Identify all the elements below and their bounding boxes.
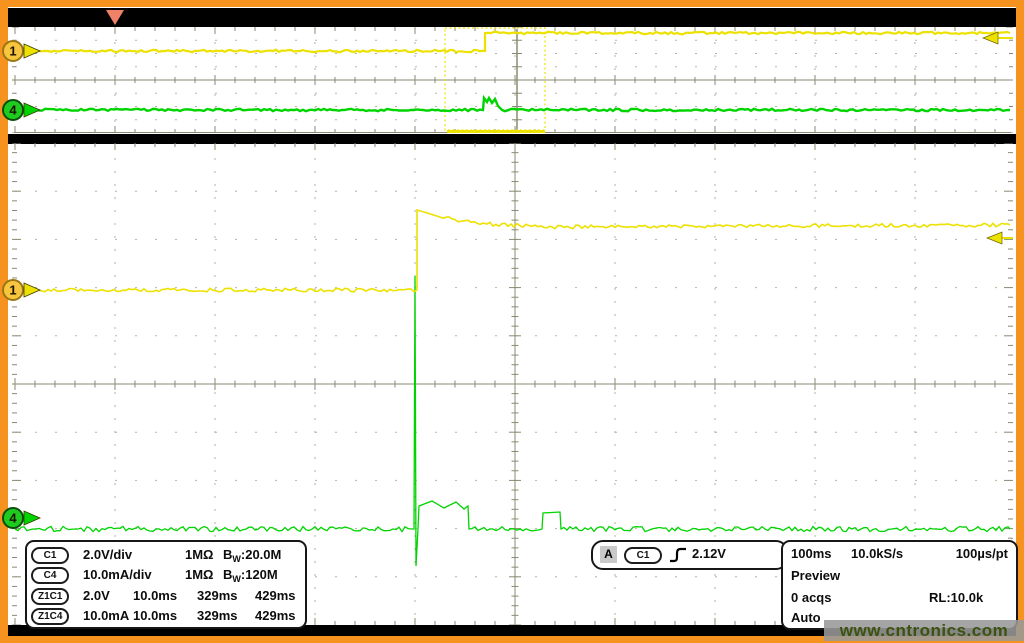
- channel-position-arrow: [24, 103, 40, 117]
- channel-tag[interactable]: Z1C1: [31, 588, 69, 605]
- channel-impedance: 1MΩ: [185, 545, 213, 565]
- channel-scale: 10.0mA: [83, 606, 129, 626]
- bandwidth-value: :120M: [241, 567, 278, 582]
- c1-zoom-trace: [15, 210, 1010, 292]
- channel-4-zoom-marker[interactable]: 4: [1, 506, 45, 535]
- bandwidth-sub: W: [232, 554, 241, 564]
- oscilloscope-screen: 1 4 1 4 C12.0V/div1MΩBW:20.0MC410.0mA/di…: [0, 0, 1024, 643]
- channel-4-overview-marker[interactable]: 4: [1, 98, 45, 127]
- channel-scale: 2.0V/div: [83, 545, 132, 565]
- channel-1-zoom-marker[interactable]: 1: [1, 278, 45, 307]
- channel-tag[interactable]: Z1C4: [31, 608, 69, 625]
- channel-position-arrow: [24, 511, 40, 525]
- channel-number: 4: [9, 511, 17, 526]
- channel-impedance: 1MΩ: [185, 565, 213, 585]
- zoom-timing-value: 329ms: [197, 606, 237, 626]
- bandwidth-value: :20.0M: [241, 547, 281, 562]
- channel-scale: 10.0mA/div: [83, 565, 152, 585]
- acquisition-status: Preview: [791, 566, 840, 586]
- trigger-readout-box[interactable]: A C1 2.12V: [591, 540, 788, 570]
- zoom-timing-value: 10.0ms: [133, 606, 177, 626]
- bandwidth-sub: W: [232, 574, 241, 584]
- rising-edge-icon: [669, 546, 687, 564]
- record-length: RL:10.0k: [929, 588, 983, 608]
- channel-number: 1: [9, 283, 16, 298]
- display-area: 1 4 1 4 C12.0V/div1MΩBW:20.0MC410.0mA/di…: [8, 7, 1016, 636]
- watermark: www.cntronics.com: [824, 620, 1024, 641]
- channel-1-overview-marker[interactable]: 1: [1, 39, 45, 68]
- trigger-position-marker[interactable]: [106, 10, 124, 25]
- c4-overview-trace: [15, 98, 1010, 111]
- c1-overview-trace: [15, 32, 1010, 52]
- zoom-timing-value: 429ms: [255, 586, 295, 606]
- trigger-source-tag: C1: [624, 547, 662, 564]
- trigger-mode: Auto: [791, 608, 821, 628]
- trigger-system-label: A: [600, 546, 617, 563]
- channel-scale: 2.0V: [83, 586, 110, 606]
- bandwidth-b: B: [223, 567, 232, 582]
- channel-position-arrow: [24, 44, 40, 58]
- overview-graticule: [12, 27, 1013, 133]
- trigger-level-value: 2.12V: [692, 544, 726, 564]
- channel-bandwidth: BW:20.0M: [223, 545, 281, 565]
- zoom-timing-value: 329ms: [197, 586, 237, 606]
- c1-reference-arrow-zoom[interactable]: [987, 232, 1002, 244]
- channel-bandwidth: BW:120M: [223, 565, 278, 585]
- sample-rate-value: 10.0kS/s: [851, 544, 903, 564]
- graticule-grid: [12, 27, 1013, 133]
- channel-number: 1: [9, 44, 16, 59]
- zoom-timing-value: 429ms: [255, 606, 295, 626]
- channel-tag[interactable]: C4: [31, 567, 69, 584]
- horizontal-acquisition-readout-box[interactable]: 100ms 10.0kS/s 100µs/pt Preview 0 acqs R…: [781, 540, 1018, 630]
- resolution-value: 100µs/pt: [956, 544, 1008, 564]
- timebase-value: 100ms: [791, 544, 831, 564]
- zoom-timing-value: 10.0ms: [133, 586, 177, 606]
- vertical-readout-box[interactable]: C12.0V/div1MΩBW:20.0MC410.0mA/div1MΩBW:1…: [25, 540, 307, 629]
- channel-number: 4: [9, 103, 17, 118]
- channel-position-arrow: [24, 283, 40, 297]
- acquisition-count: 0 acqs: [791, 588, 831, 608]
- bandwidth-b: B: [223, 547, 232, 562]
- zoom-window-bottom-edge[interactable]: [447, 130, 545, 133]
- top-status-bar: [8, 8, 1016, 27]
- channel-tag[interactable]: C1: [31, 547, 69, 564]
- c4-zoom-trace: [15, 276, 1010, 566]
